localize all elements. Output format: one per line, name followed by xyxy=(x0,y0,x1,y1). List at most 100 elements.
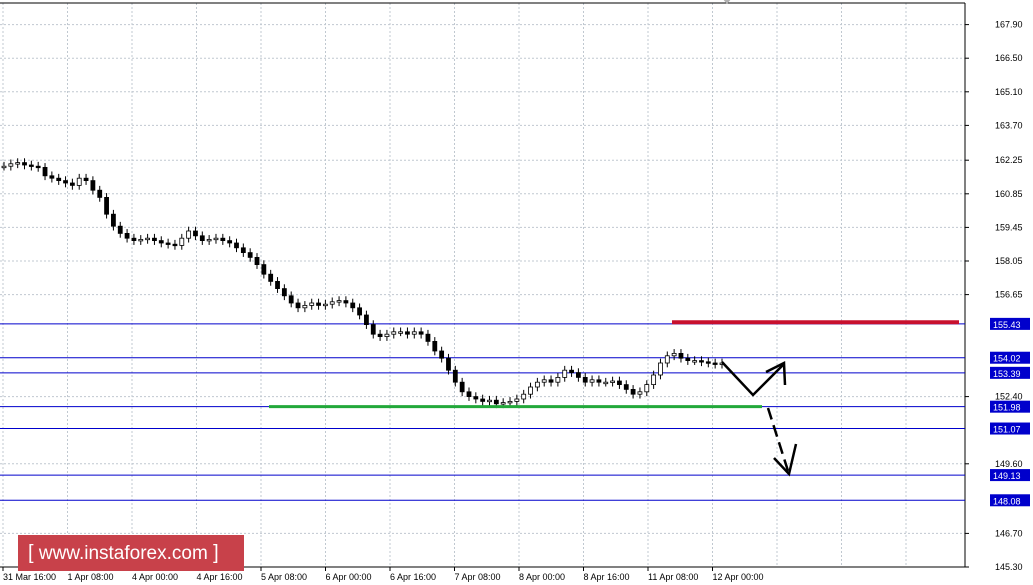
candle-body xyxy=(534,381,540,388)
candle-body xyxy=(671,352,677,357)
candle-body xyxy=(692,360,698,363)
y-tick-label: 156.65 xyxy=(995,290,1023,300)
candle-body xyxy=(220,237,226,241)
candle-body xyxy=(268,273,274,282)
x-tick-label: 8 Apr 00:00 xyxy=(519,572,565,582)
y-tick-label: 167.90 xyxy=(995,20,1023,30)
x-tick-label: 8 Apr 16:00 xyxy=(584,572,630,582)
y-tick-label: 166.50 xyxy=(995,53,1023,63)
watermark-logo[interactable]: [ www.instaforex.com ] xyxy=(18,535,244,571)
candle-body xyxy=(35,165,41,169)
candle-body xyxy=(227,240,233,244)
candle-body xyxy=(446,357,451,371)
candle-body xyxy=(391,331,397,335)
candle-body xyxy=(117,225,123,234)
candle-body xyxy=(480,398,486,402)
candle-body xyxy=(193,230,198,237)
candle-body xyxy=(302,304,308,309)
y-tick-label: 152.40 xyxy=(995,392,1023,402)
candle-body xyxy=(473,396,479,400)
x-tick-label: 5 Apr 08:00 xyxy=(261,572,307,582)
candle-body xyxy=(459,381,465,393)
candle-body xyxy=(336,300,342,303)
candle-body xyxy=(651,374,657,386)
candle-body xyxy=(295,302,301,309)
candle-body xyxy=(405,331,410,335)
x-tick-label: 31 Mar 16:00 xyxy=(3,572,56,582)
candle-body xyxy=(322,303,328,307)
candle-body xyxy=(83,177,89,181)
candle-body xyxy=(111,213,116,227)
candle-body xyxy=(664,355,670,364)
candle-body xyxy=(104,196,109,215)
candle-body xyxy=(138,238,144,242)
candle-body xyxy=(316,302,321,306)
candle-body xyxy=(309,302,315,306)
candle-body xyxy=(439,350,445,359)
candle-body xyxy=(370,324,376,335)
candle-body xyxy=(678,352,684,359)
x-tick-label: 4 Apr 00:00 xyxy=(132,572,178,582)
candle-body xyxy=(576,372,581,378)
candle-body xyxy=(281,288,287,297)
candle-body xyxy=(589,379,595,383)
level-label: 151.98 xyxy=(993,403,1021,413)
candle-body xyxy=(63,180,68,184)
candle-body xyxy=(617,380,622,385)
candle-body xyxy=(528,386,533,395)
candle-body xyxy=(15,162,21,165)
price-axis: 167.90 166.50 165.10 163.70 162.25 160.85 159.… xyxy=(965,20,1023,572)
candle-body xyxy=(384,333,390,338)
level-label: 153.39 xyxy=(993,369,1021,379)
candle-body xyxy=(22,162,27,166)
y-tick-label: 149.60 xyxy=(995,459,1023,469)
candle-body xyxy=(28,164,34,167)
x-tick-label: 7 Apr 08:00 xyxy=(455,572,501,582)
candle-body xyxy=(357,307,362,316)
candle-body xyxy=(152,237,157,241)
level-label: 151.07 xyxy=(993,425,1021,435)
candle-body xyxy=(569,369,574,374)
price-chart: 155.43 154.02 153.39 151.98 151.07 149.13 148.… xyxy=(0,0,1030,582)
y-tick-label: 162.25 xyxy=(995,155,1023,165)
candle-body xyxy=(131,237,137,241)
y-tick-label: 146.70 xyxy=(995,528,1023,538)
candle-body xyxy=(425,333,431,342)
candle-body xyxy=(411,331,417,335)
candle-body xyxy=(1,165,7,169)
level-label: 149.13 xyxy=(993,471,1021,481)
candle-body xyxy=(644,384,650,393)
candle-body xyxy=(452,369,458,383)
candle-body xyxy=(521,393,527,400)
candle-body xyxy=(8,163,14,167)
y-tick-label: 159.45 xyxy=(995,222,1023,232)
candle-body xyxy=(261,264,267,275)
candle-body xyxy=(562,369,568,378)
candle-body xyxy=(432,340,438,352)
candle-body xyxy=(582,376,588,383)
candle-body xyxy=(240,247,246,254)
candle-body xyxy=(699,360,704,363)
level-label: 154.02 xyxy=(993,354,1021,364)
candle-body xyxy=(247,252,253,258)
candle-body xyxy=(637,391,643,395)
candle-body xyxy=(186,230,192,239)
candle-body xyxy=(288,295,294,304)
candle-body xyxy=(466,391,472,397)
level-label: 155.43 xyxy=(993,320,1021,330)
annotations xyxy=(269,320,959,477)
y-tick-label: 145.30 xyxy=(995,562,1023,572)
x-tick-label: 1 Apr 08:00 xyxy=(68,572,114,582)
candle-body xyxy=(199,235,205,242)
candle-body xyxy=(377,333,383,338)
candle-body xyxy=(685,357,691,362)
candle-body xyxy=(56,177,62,181)
candle-body xyxy=(145,237,151,241)
candle-body xyxy=(275,280,280,289)
candle-body xyxy=(610,380,615,383)
watermark-bracket-close: ] xyxy=(213,542,219,564)
horizontal-levels: 155.43 154.02 153.39 151.98 151.07 149.13 148.… xyxy=(0,317,1030,507)
candle-body xyxy=(206,238,212,242)
x-tick-label: 11 Apr 08:00 xyxy=(648,572,698,582)
y-tick-label: 165.10 xyxy=(995,87,1023,97)
